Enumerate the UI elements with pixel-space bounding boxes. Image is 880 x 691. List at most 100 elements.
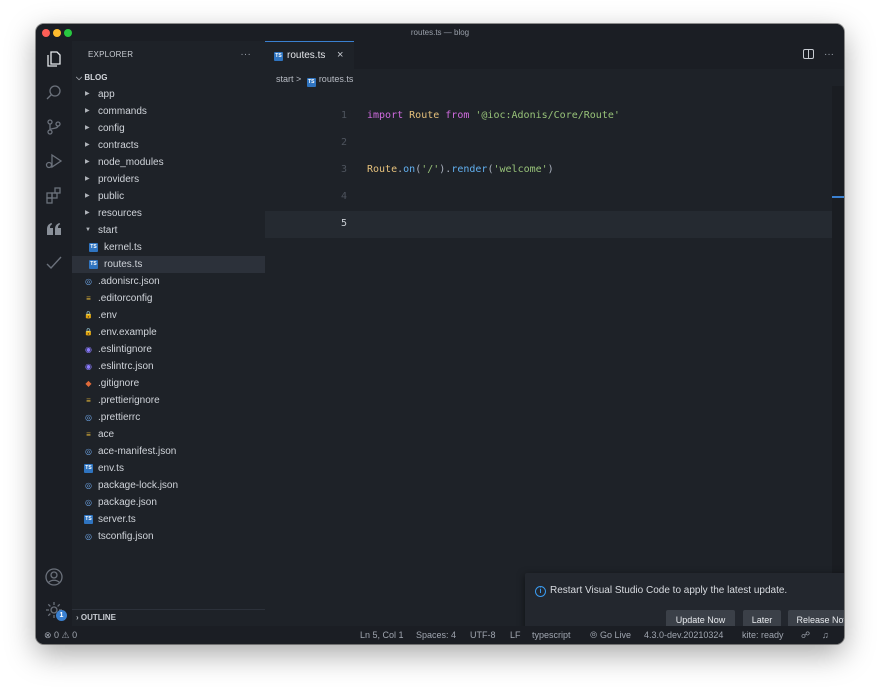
line-number: 2 xyxy=(340,137,347,148)
file-tree: ▶ app ▶ commands ▶ config ▶ contracts ▶ node_modu… xyxy=(72,86,265,545)
tree-item-label: .adonisrc.json xyxy=(98,276,160,287)
code-token: ) xyxy=(547,164,554,175)
tree-folder[interactable]: ▶ providers xyxy=(72,171,265,188)
feedback-icon[interactable]: ☍ xyxy=(801,626,810,644)
code-line[interactable]: 4 xyxy=(265,184,832,211)
tab-bar: TS routes.ts × ··· xyxy=(265,41,844,69)
tree-file[interactable]: ≡ ace xyxy=(72,426,265,443)
indentation[interactable]: Spaces: 4 xyxy=(416,626,456,644)
minimize-window-button[interactable] xyxy=(53,29,61,37)
tree-item-label: tsconfig.json xyxy=(98,531,154,542)
quotes-icon[interactable] xyxy=(42,217,66,241)
tree-item-label: .env.example xyxy=(98,327,157,338)
tree-folder[interactable]: ▶ public xyxy=(72,188,265,205)
source-control-icon[interactable] xyxy=(42,115,66,139)
tree-file[interactable]: TS env.ts xyxy=(72,460,265,477)
typescript-file-icon: TS xyxy=(274,52,283,61)
cursor-position[interactable]: Ln 5, Col 1 xyxy=(360,626,404,644)
root-folder[interactable]: ⌵ BLOG xyxy=(72,69,265,86)
typescript-file-icon: TS xyxy=(84,464,93,473)
outline-section[interactable]: › OUTLINE xyxy=(72,609,265,626)
tree-file[interactable]: ◎ ace-manifest.json xyxy=(72,443,265,460)
tree-file[interactable]: TS routes.ts xyxy=(72,256,265,273)
explorer-icon[interactable] xyxy=(42,47,66,71)
tree-folder[interactable]: ▶ commands xyxy=(72,103,265,120)
editor-scrollbar[interactable] xyxy=(832,86,844,626)
code-line[interactable]: 3 Route.on('/').render('welcome') xyxy=(265,157,832,184)
zoom-window-button[interactable] xyxy=(64,29,72,37)
tree-file[interactable]: ◎ tsconfig.json xyxy=(72,528,265,545)
version-label[interactable]: 4.3.0-dev.20210324 xyxy=(644,626,723,644)
check-icon[interactable] xyxy=(42,251,66,275)
tree-item-label: app xyxy=(98,89,115,100)
code-editor[interactable]: 1 import Route from '@ioc:Adonis/Core/Rou… xyxy=(265,103,832,238)
tree-item-label: ace-manifest.json xyxy=(98,446,177,457)
tree-folder[interactable]: ▶ app xyxy=(72,86,265,103)
code-line[interactable]: 5 xyxy=(265,211,832,238)
split-editor-icon[interactable] xyxy=(803,49,814,59)
cursor-position-marker xyxy=(832,196,844,198)
config-file-icon: ≡ xyxy=(86,294,91,303)
tree-folder[interactable]: ▶ contracts xyxy=(72,137,265,154)
close-window-button[interactable] xyxy=(42,29,50,37)
tree-item-label: .eslintrc.json xyxy=(98,361,154,372)
tree-file[interactable]: TS server.ts xyxy=(72,511,265,528)
code-token: import xyxy=(367,110,410,121)
tree-file[interactable]: 🔒 .env xyxy=(72,307,265,324)
tree-file[interactable]: ◎ .prettierrc xyxy=(72,409,265,426)
search-icon[interactable] xyxy=(42,81,66,105)
extensions-icon[interactable] xyxy=(42,183,66,207)
breadcrumb-folder[interactable]: start xyxy=(276,74,294,84)
tree-item-label: contracts xyxy=(98,140,139,151)
tree-file[interactable]: 🔒 .env.example xyxy=(72,324,265,341)
status-bar: ⊗ 0 ⚠ 0 Ln 5, Col 1 Spaces: 4 UTF-8 LF t… xyxy=(36,626,844,644)
tree-file[interactable]: TS kernel.ts xyxy=(72,239,265,256)
tree-file[interactable]: ≡ .editorconfig xyxy=(72,290,265,307)
tree-item-label: config xyxy=(98,123,125,134)
kite-status[interactable]: kite: ready xyxy=(742,626,784,644)
code-line[interactable]: 1 import Route from '@ioc:Adonis/Core/Rou… xyxy=(265,103,832,130)
tree-file[interactable]: ◎ package.json xyxy=(72,494,265,511)
encoding[interactable]: UTF-8 xyxy=(470,626,496,644)
chevron-right-icon: ▶ xyxy=(85,125,90,131)
broadcast-icon: ⦾ xyxy=(590,630,598,640)
tree-file[interactable]: ≡ .prettierignore xyxy=(72,392,265,409)
tree-folder[interactable]: ▶ resources xyxy=(72,205,265,222)
problems-indicator[interactable]: ⊗ 0 ⚠ 0 xyxy=(44,626,77,644)
language-mode[interactable]: typescript xyxy=(532,626,571,644)
tab-routes-ts[interactable]: TS routes.ts × xyxy=(265,41,354,69)
line-number: 5 xyxy=(340,218,347,229)
code-token: 'welcome' xyxy=(493,164,548,175)
go-live-button[interactable]: Go Live xyxy=(600,626,631,644)
tree-folder[interactable]: ▶ node_modules xyxy=(72,154,265,171)
explorer-more-button[interactable]: ··· xyxy=(240,41,251,69)
close-tab-icon[interactable]: × xyxy=(337,42,343,69)
tree-folder[interactable]: ▼ start xyxy=(72,222,265,239)
tree-file[interactable]: ◉ .eslintrc.json xyxy=(72,358,265,375)
chevron-right-icon: ▶ xyxy=(85,159,90,165)
end-of-line[interactable]: LF xyxy=(510,626,521,644)
editor-more-button[interactable]: ··· xyxy=(824,41,834,69)
tree-file[interactable]: ◆ .gitignore xyxy=(72,375,265,392)
tree-file[interactable]: ◎ package-lock.json xyxy=(72,477,265,494)
tree-item-label: routes.ts xyxy=(104,259,143,270)
account-icon[interactable] xyxy=(42,565,66,589)
notifications-bell-icon[interactable]: ♫ xyxy=(822,626,829,644)
root-folder-label: BLOG xyxy=(84,73,108,82)
tree-file[interactable]: ◎ .adonisrc.json xyxy=(72,273,265,290)
chevron-down-icon: ⌵ xyxy=(76,73,83,82)
tree-folder[interactable]: ▶ config xyxy=(72,120,265,137)
breadcrumb-file[interactable]: routes.ts xyxy=(319,74,354,84)
tree-item-label: .env xyxy=(98,310,117,321)
chevron-right-icon: ▶ xyxy=(85,142,90,148)
typescript-file-icon: TS xyxy=(84,515,93,524)
tree-file[interactable]: ◉ .eslintignore xyxy=(72,341,265,358)
manage-gear-icon[interactable]: 1 xyxy=(42,598,67,622)
code-line[interactable]: 2 xyxy=(265,130,832,157)
run-debug-icon[interactable] xyxy=(42,149,66,173)
update-badge: 1 xyxy=(56,610,67,621)
outline-label: OUTLINE xyxy=(80,613,117,622)
tree-item-label: ace xyxy=(98,429,115,440)
tree-item-label: .prettierrc xyxy=(98,412,141,423)
tree-item-label: env.ts xyxy=(98,463,124,474)
